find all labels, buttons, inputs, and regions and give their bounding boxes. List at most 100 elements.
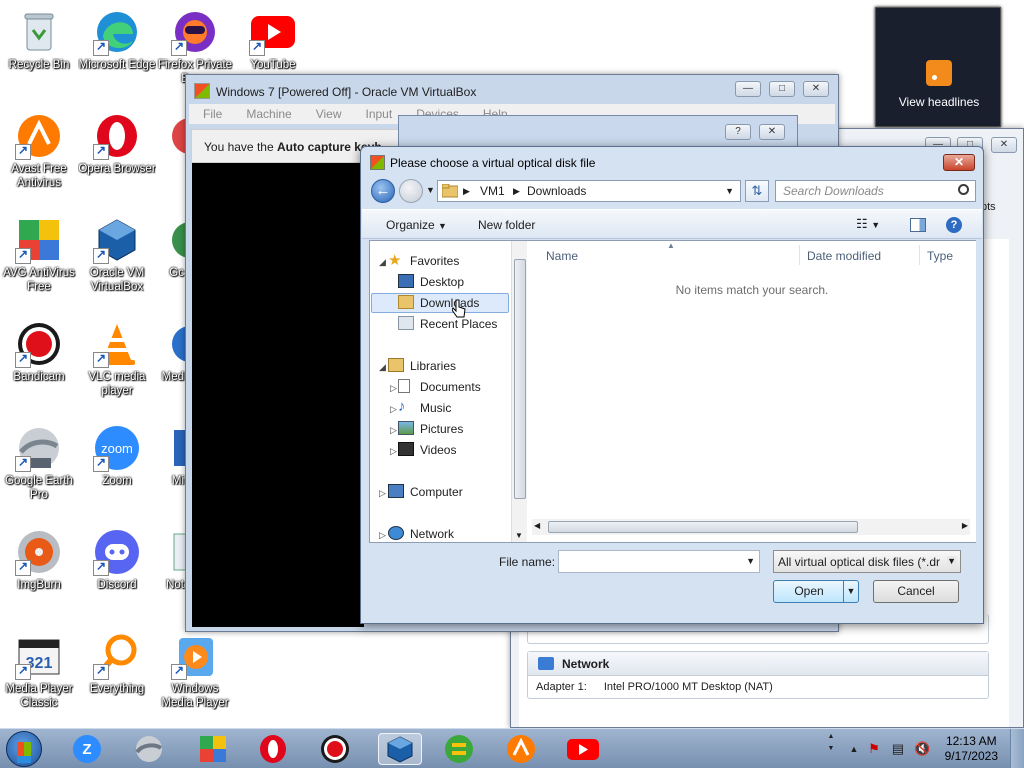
close-button[interactable]: ✕ [803, 81, 829, 97]
tree-pictures[interactable]: Pictures [398, 421, 463, 436]
start-button[interactable] [6, 731, 42, 767]
menu-machine[interactable]: Machine [232, 104, 301, 121]
refresh-button[interactable]: ⇅ [745, 180, 769, 202]
system-clock[interactable]: 12:13 AM 9/17/2023 [945, 734, 998, 764]
file-name-input[interactable]: ▼ [558, 550, 760, 573]
view-options-icon[interactable]: ☷ ▼ [856, 216, 880, 232]
expand-videos-icon[interactable]: ▷ [390, 446, 397, 457]
avast-shortcut[interactable]: Avast Free Antivirus [0, 112, 78, 190]
taskbar-scroll-arrows[interactable]: ▲ ▼ [826, 731, 836, 767]
maximize-button[interactable]: □ [769, 81, 795, 97]
file-list[interactable]: ▲ Name Date modified Type No items match… [528, 241, 976, 542]
opera-shortcut[interactable]: Opera Browser [78, 112, 156, 176]
network-status-icon[interactable]: ▤ [890, 741, 906, 757]
tree-videos[interactable]: Videos [398, 442, 456, 457]
breadcrumb-downloads[interactable]: Downloads [527, 184, 586, 198]
new-folder-button[interactable]: New folder [478, 218, 535, 232]
breadcrumb-separator-icon[interactable]: ▶ [513, 186, 520, 197]
show-hidden-icons-icon[interactable]: ▲ [846, 741, 862, 757]
dialog-close-button[interactable]: ✕ [943, 154, 975, 171]
vm-screen[interactable] [192, 163, 364, 627]
preview-pane-icon[interactable] [910, 218, 926, 232]
google-earth-shortcut[interactable]: Google Earth Pro [0, 424, 78, 502]
expand-computer-icon[interactable]: ▷ [379, 488, 386, 499]
recent-locations-dropdown-icon[interactable]: ▼ [426, 185, 435, 195]
partial-shortcut-3[interactable]: Med [156, 320, 186, 384]
collapse-libraries-icon[interactable]: ◢ [379, 362, 386, 373]
open-button[interactable]: Open ▼ [773, 580, 859, 603]
tree-libraries[interactable]: Libraries [388, 358, 456, 373]
minimize-button[interactable]: — [735, 81, 761, 97]
taskbar-opera-icon[interactable] [256, 733, 290, 765]
gadget-label[interactable]: View headlines [876, 95, 1002, 109]
column-name[interactable]: Name [546, 249, 578, 263]
menu-view[interactable]: View [302, 104, 352, 121]
cancel-button[interactable]: Cancel [873, 580, 959, 603]
close-button[interactable]: ✕ [759, 124, 785, 140]
taskbar-avg-icon[interactable] [196, 733, 230, 765]
expand-documents-icon[interactable]: ▷ [390, 383, 397, 394]
tree-desktop[interactable]: Desktop [398, 274, 464, 289]
file-type-select[interactable]: All virtual optical disk files (*.dr ▼ [773, 550, 961, 573]
scroll-down-icon[interactable]: ▼ [515, 531, 523, 540]
back-button[interactable]: ← [371, 179, 395, 203]
taskbar-youtube-icon[interactable] [566, 733, 600, 765]
tree-computer[interactable]: Computer [388, 484, 463, 499]
menu-input[interactable]: Input [352, 104, 403, 121]
microsoft-edge-shortcut[interactable]: Microsoft Edge [78, 8, 156, 72]
help-button[interactable]: ? [725, 124, 751, 140]
close-button[interactable]: ✕ [991, 137, 1017, 153]
vlc-shortcut[interactable]: VLC media player [78, 320, 156, 398]
partial-shortcut-5[interactable]: Not [156, 528, 186, 592]
forward-button[interactable]: → [399, 179, 423, 203]
navigation-scrollbar[interactable]: ▼ [511, 241, 527, 542]
open-dropdown-icon[interactable]: ▼ [843, 581, 858, 602]
scroll-right-icon[interactable]: ▶ [962, 521, 968, 530]
network-header[interactable]: Network [528, 652, 988, 676]
partial-shortcut-1[interactable] [156, 112, 186, 160]
media-player-classic-shortcut[interactable]: 321 Media Player Classic [0, 632, 78, 710]
scrollbar-thumb[interactable] [548, 521, 858, 533]
tree-network[interactable]: Network [388, 526, 454, 541]
windows-media-player-shortcut[interactable]: Windows Media Player [156, 632, 234, 710]
discord-shortcut[interactable]: Discord [78, 528, 156, 592]
youtube-shortcut[interactable]: YouTube [234, 8, 312, 72]
tree-favorites[interactable]: ★ Favorites [388, 252, 459, 269]
tree-documents[interactable]: Documents [398, 379, 481, 394]
menu-file[interactable]: File [189, 104, 232, 121]
collapse-favorites-icon[interactable]: ◢ [379, 257, 386, 268]
bandicam-shortcut[interactable]: Bandicam [0, 320, 78, 384]
address-dropdown-icon[interactable]: ▼ [725, 186, 734, 196]
tree-downloads[interactable]: Downloads [398, 295, 479, 310]
action-center-icon[interactable]: ⚑ [866, 741, 882, 757]
breadcrumb-vm1[interactable]: VM1 [480, 184, 505, 198]
organize-button[interactable]: Organize ▼ [386, 218, 447, 232]
tree-recent-places[interactable]: Recent Places [398, 316, 497, 331]
volume-muted-icon[interactable]: 🔇 [914, 741, 930, 757]
breadcrumb-separator-icon[interactable]: ▶ [463, 186, 470, 197]
taskbar-windows-update-icon[interactable] [442, 733, 476, 765]
taskbar-google-earth-icon[interactable] [132, 733, 166, 765]
headlines-gadget[interactable]: View headlines [875, 7, 1001, 127]
zoom-shortcut[interactable]: zoom Zoom [78, 424, 156, 488]
taskbar-zoom-icon[interactable]: Z [70, 733, 104, 765]
horizontal-scrollbar[interactable]: ◀ ▶ [532, 519, 970, 535]
imgburn-shortcut[interactable]: ImgBurn [0, 528, 78, 592]
taskbar-avast-icon[interactable] [504, 733, 538, 765]
taskbar-virtualbox-icon[interactable] [378, 733, 422, 765]
help-icon[interactable]: ? [946, 217, 962, 233]
expand-pictures-icon[interactable]: ▷ [390, 425, 397, 436]
expand-network-icon[interactable]: ▷ [379, 530, 386, 541]
recycle-bin-shortcut[interactable]: Recycle Bin [0, 8, 78, 72]
file-name-dropdown-icon[interactable]: ▼ [746, 556, 755, 566]
everything-shortcut[interactable]: Everything [78, 632, 156, 696]
show-desktop-button[interactable] [1010, 729, 1024, 768]
taskbar-bandicam-icon[interactable] [318, 733, 352, 765]
virtualbox-shortcut[interactable]: Oracle VM VirtualBox [78, 216, 156, 294]
expand-music-icon[interactable]: ▷ [390, 404, 397, 415]
partial-shortcut-4[interactable]: Mi [156, 424, 186, 488]
scroll-left-icon[interactable]: ◀ [534, 521, 540, 530]
address-bar[interactable]: ▶ VM1 ▶ Downloads ▼ [437, 180, 741, 202]
avg-shortcut[interactable]: AVG AntiVirus Free [0, 216, 78, 294]
column-type[interactable]: Type [927, 249, 953, 263]
